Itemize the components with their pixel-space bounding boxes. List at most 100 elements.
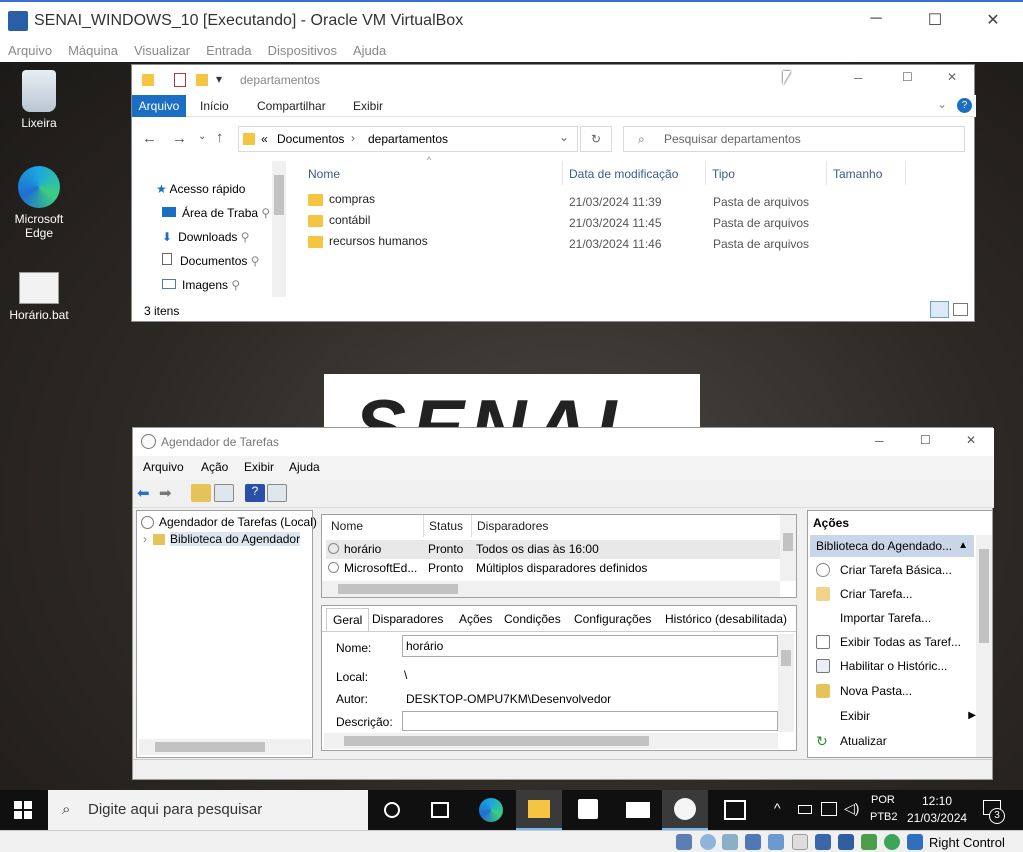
quick-access-dropdown-icon[interactable]: ▾	[216, 72, 222, 86]
network-icon[interactable]	[821, 802, 837, 816]
guest-additions-icon[interactable]	[884, 834, 900, 850]
tab-historico[interactable]: Histórico (desabilitada)	[665, 612, 787, 626]
task-scheduler-taskbar-icon[interactable]	[662, 790, 708, 830]
tab-acoes[interactable]: Ações	[459, 612, 492, 626]
recent-locations-button[interactable]: ⌄	[198, 131, 206, 142]
close-button[interactable]: ✕	[973, 10, 1013, 30]
expand-arrow-icon[interactable]: ›	[143, 532, 147, 546]
mail-icon[interactable]	[626, 802, 650, 818]
name-field[interactable]: horário	[402, 635, 778, 657]
show-hide-tree-icon[interactable]	[214, 484, 234, 502]
desktop-icon-recycle-bin[interactable]: Lixeira	[4, 70, 74, 130]
column-header-nome[interactable]: Nome	[326, 515, 424, 537]
address-dropdown-icon[interactable]: ⌄	[559, 130, 569, 144]
column-header-tipo[interactable]: Tipo	[712, 167, 735, 181]
hard-disk-icon[interactable]	[676, 834, 692, 850]
column-header-nome[interactable]: Nome	[308, 167, 340, 181]
scheduler-menu-arquivo[interactable]: Arquivo	[143, 460, 184, 474]
usb-icon[interactable]	[768, 834, 784, 850]
tab-disparadores[interactable]: Disparadores	[372, 612, 443, 626]
back-arrow-icon[interactable]: ⬅	[137, 484, 157, 502]
breadcrumb-documentos[interactable]: Documentos	[277, 132, 344, 146]
task-row[interactable]: MicrosoftEd... Pronto Múltiplos disparad…	[326, 559, 780, 578]
nav-scrollbar[interactable]	[272, 161, 286, 297]
edge-taskbar-icon[interactable]	[479, 798, 503, 822]
task-list-horizontal-scrollbar[interactable]	[322, 581, 780, 597]
minimize-button[interactable]: ─	[856, 10, 896, 28]
forward-button[interactable]: →	[172, 130, 187, 147]
vbox-menu-maquina[interactable]: Máquina	[68, 40, 118, 62]
actions-vertical-scrollbar[interactable]	[976, 535, 992, 757]
details-view-icon[interactable]	[930, 301, 949, 318]
clock-time[interactable]: 12:10	[922, 794, 952, 808]
collapse-arrow-icon[interactable]: ▲	[958, 535, 968, 557]
ribbon-tab-arquivo[interactable]: Arquivo	[132, 95, 186, 117]
scheduler-minimize-button[interactable]: ─	[875, 434, 884, 448]
maximize-button[interactable]: ☐	[915, 10, 955, 30]
network-adapter-icon[interactable]	[745, 834, 761, 850]
scheduler-menu-exibir[interactable]: Exibir	[244, 460, 274, 474]
tab-condicoes[interactable]: Condições	[504, 612, 561, 626]
input-language-1[interactable]: POR	[871, 794, 895, 806]
column-divider[interactable]	[826, 161, 827, 185]
new-folder-icon[interactable]	[196, 74, 208, 86]
desktop-icon-edge[interactable]: Microsoft Edge	[4, 166, 74, 240]
column-divider[interactable]	[905, 161, 906, 185]
action-show-all-tasks[interactable]: Exibir Todas as Taref...	[808, 630, 978, 654]
desktop-icon-horario-bat[interactable]: Horário.bat	[4, 272, 74, 322]
tab-geral[interactable]: Geral	[326, 608, 370, 631]
tab-configuracoes[interactable]: Configurações	[574, 612, 651, 626]
file-row[interactable]: contábil 21/03/2024 11:45 Pasta de arqui…	[308, 213, 908, 234]
column-divider[interactable]	[562, 161, 563, 185]
search-input[interactable]: ⌕ Pesquisar departamentos	[623, 126, 965, 152]
properties-icon[interactable]	[174, 73, 186, 87]
large-icons-view-icon[interactable]	[953, 303, 968, 316]
display-icon[interactable]	[815, 834, 831, 850]
actions-section-header[interactable]: Biblioteca do Agendado... ▲	[810, 535, 974, 557]
file-row[interactable]: compras 21/03/2024 11:39 Pasta de arquiv…	[308, 192, 908, 213]
help-icon[interactable]: ?	[957, 98, 972, 113]
show-hide-action-pane-icon[interactable]	[267, 484, 287, 502]
explorer-close-button[interactable]: ✕	[947, 70, 957, 84]
action-enable-history[interactable]: Habilitar o Históric...	[808, 654, 978, 678]
breadcrumb-departamentos[interactable]: departamentos	[368, 132, 448, 146]
column-divider[interactable]	[705, 161, 706, 185]
vbox-menu-visualizar[interactable]: Visualizar	[134, 40, 190, 62]
photos-icon[interactable]	[724, 800, 746, 820]
up-button[interactable]: ↑	[216, 129, 224, 146]
forward-arrow-icon[interactable]: ➡	[159, 484, 179, 502]
shared-folders-icon[interactable]	[792, 834, 808, 850]
help-icon[interactable]: ?	[245, 484, 265, 502]
tree-horizontal-scrollbar[interactable]	[139, 739, 311, 755]
audio-icon[interactable]	[722, 834, 738, 850]
detail-vertical-scrollbar[interactable]	[778, 634, 794, 732]
action-refresh[interactable]: ↻ Atualizar	[808, 729, 978, 753]
action-view[interactable]: Exibir ▶	[808, 704, 978, 728]
file-explorer-taskbar-icon[interactable]	[516, 790, 562, 830]
column-header-tamanho[interactable]: Tamanho	[833, 167, 882, 181]
scheduler-close-button[interactable]: ✕	[966, 433, 976, 447]
file-row[interactable]: recursos humanos 21/03/2024 11:46 Pasta …	[308, 234, 908, 255]
description-field[interactable]	[402, 711, 778, 731]
column-header-data[interactable]: Data de modificação	[569, 167, 678, 181]
back-button[interactable]: ←	[142, 130, 157, 147]
explorer-maximize-button[interactable]: ☐	[902, 70, 913, 84]
action-create-basic-task[interactable]: Criar Tarefa Básica...	[808, 558, 978, 582]
volume-icon[interactable]: ◁)	[844, 800, 859, 817]
cortana-icon[interactable]	[384, 802, 400, 818]
task-row-selected[interactable]: horário Pronto Todos os dias às 16:00	[326, 540, 780, 559]
taskbar-search-box[interactable]: ⌕ Digite aqui para pesquisar	[48, 790, 368, 830]
store-icon[interactable]	[578, 799, 598, 819]
up-folder-icon[interactable]	[191, 484, 211, 502]
cpu-icon[interactable]	[861, 834, 877, 850]
tree-root[interactable]: Agendador de Tarefas (Local)	[141, 515, 317, 530]
clock-date[interactable]: 21/03/2024	[907, 811, 967, 825]
scheduler-maximize-button[interactable]: ☐	[920, 433, 931, 447]
ribbon-tab-inicio[interactable]: Início	[200, 95, 229, 117]
nav-quick-access[interactable]: ★ Acesso rápido	[156, 177, 286, 201]
input-language-2[interactable]: PTB2	[870, 811, 898, 823]
expand-ribbon-icon[interactable]: ⌄	[937, 97, 947, 111]
optical-drive-icon[interactable]	[700, 834, 716, 850]
ribbon-tab-compartilhar[interactable]: Compartilhar	[257, 95, 326, 117]
detail-horizontal-scrollbar[interactable]	[324, 733, 778, 749]
